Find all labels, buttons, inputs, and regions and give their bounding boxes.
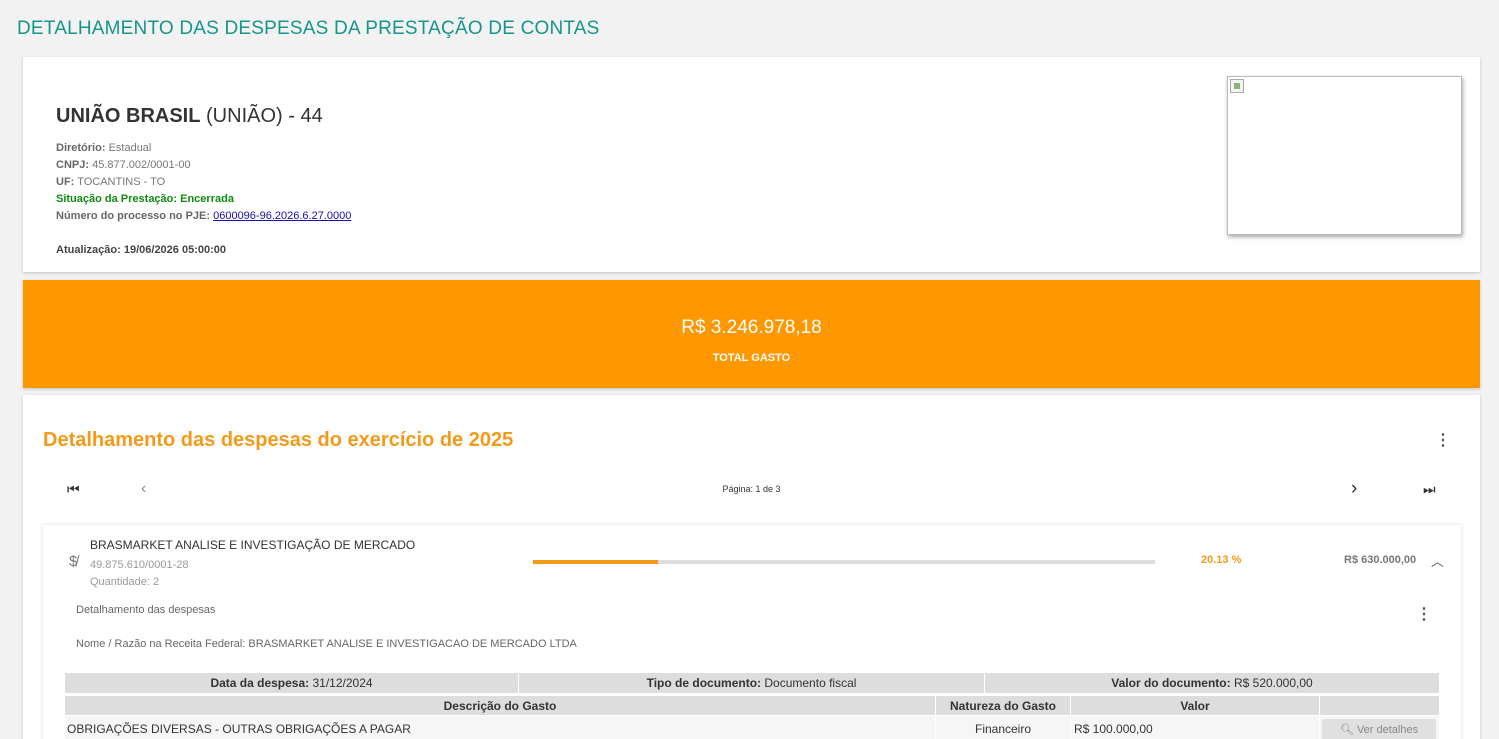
- table-row: OBRIGAÇÕES DIVERSAS - OUTRAS OBRIGAÇÕES …: [64, 715, 1440, 739]
- view-details-button[interactable]: 🔍︎ Ver detalhes: [1322, 719, 1436, 739]
- chevron-up-icon[interactable]: ︿: [1431, 551, 1444, 570]
- col-value: Valor: [1070, 695, 1320, 716]
- supplier-value: R$ 630.000,00: [1344, 554, 1417, 566]
- process-label: Número do processo no PJE:: [56, 210, 211, 222]
- money-off-icon: $̸: [69, 553, 78, 570]
- party-title: UNIÃO BRASIL (UNIÃO) - 44: [56, 105, 323, 128]
- party-logo: [1227, 76, 1462, 235]
- row-value: R$ 100.000,00: [1070, 715, 1320, 739]
- row-nature: Financeiro: [935, 715, 1071, 739]
- supplier-panel[interactable]: $̸ BRASMARKET ANALISE E INVESTIGAÇÃO DE …: [43, 525, 1461, 739]
- supplier-cnpj: 49.875.610/0001-28: [90, 559, 189, 571]
- status-value: Encerrada: [180, 193, 234, 205]
- updated-label: Atualização:: [56, 244, 121, 256]
- doc-value-cell: Valor do documento: R$ 520.000,00: [984, 672, 1440, 694]
- cnpj-label: CNPJ:: [56, 159, 90, 171]
- directorate-value: Estadual: [108, 142, 152, 154]
- more-vert-icon[interactable]: ⋮: [1435, 432, 1451, 450]
- uf-value: TOCANTINS - TO: [77, 176, 166, 188]
- total-spent-label: TOTAL GASTO: [712, 352, 791, 364]
- supplier-name: BRASMARKET ANALISE E INVESTIGAÇÃO DE MER…: [90, 538, 416, 552]
- pagination-text: Página: 1 de 3: [722, 484, 781, 494]
- directorate-label: Diretório:: [56, 142, 106, 154]
- total-spent-card: R$ 3.246.978,18 TOTAL GASTO: [23, 280, 1480, 388]
- party-abbrev: (UNIÃO) - 44: [206, 105, 323, 127]
- row-action-cell: 🔍︎ Ver detalhes: [1319, 715, 1440, 739]
- supplier-percent: 20.13 %: [1201, 554, 1242, 566]
- party-meta: Diretório: Estadual CNPJ: 45.877.002/000…: [56, 140, 351, 225]
- broken-image-icon: [1230, 79, 1244, 93]
- updated-value: 19/06/2026 05:00:00: [123, 244, 227, 256]
- updated-at: Atualização: 19/06/2026 05:00:00: [56, 244, 226, 256]
- process-link[interactable]: 0600096-96.2026.6.27.0000: [213, 210, 351, 222]
- expense-items-table: Descrição do Gasto Natureza do Gasto Val…: [64, 695, 1440, 739]
- table-header-row: Descrição do Gasto Natureza do Gasto Val…: [64, 695, 1440, 716]
- col-action: [1319, 695, 1440, 716]
- search-icon: 🔍︎: [1339, 724, 1354, 736]
- total-spent-value: R$ 3.246.978,18: [681, 317, 822, 338]
- more-vert-icon[interactable]: ⋮: [1416, 606, 1432, 624]
- details-label: Detalhamento das despesas: [76, 604, 216, 616]
- expense-details-card: Detalhamento das despesas do exercício d…: [23, 395, 1480, 739]
- rf-name: Nome / Razão na Receita Federal: BRASMAR…: [76, 638, 577, 650]
- last-page-icon[interactable]: ⏭: [1423, 481, 1436, 498]
- col-nature: Natureza do Gasto: [935, 695, 1071, 716]
- supplier-share-bar: [533, 560, 1155, 564]
- page-title: DETALHAMENTO DAS DESPESAS DA PRESTAÇÃO D…: [17, 18, 600, 39]
- col-description: Descrição do Gasto: [64, 695, 936, 716]
- next-page-icon[interactable]: ›: [1351, 478, 1357, 500]
- doc-type-cell: Tipo de documento: Documento fiscal: [518, 672, 985, 694]
- supplier-quantity: Quantidade: 2: [90, 576, 160, 588]
- supplier-share-fill: [533, 560, 659, 564]
- status-label: Situação da Prestação:: [56, 193, 178, 205]
- expense-date-cell: Data da despesa: 31/12/2024: [64, 672, 519, 694]
- cnpj-value: 45.877.002/0001-00: [92, 159, 191, 171]
- party-name: UNIÃO BRASIL: [56, 105, 201, 127]
- party-header-card: UNIÃO BRASIL (UNIÃO) - 44 Diretório: Est…: [23, 57, 1480, 272]
- section-title: Detalhamento das despesas do exercício d…: [43, 429, 514, 451]
- expense-summary-table: Data da despesa: 31/12/2024 Tipo de docu…: [64, 672, 1440, 694]
- row-description: OBRIGAÇÕES DIVERSAS - OUTRAS OBRIGAÇÕES …: [64, 715, 936, 739]
- uf-label: UF:: [56, 176, 75, 188]
